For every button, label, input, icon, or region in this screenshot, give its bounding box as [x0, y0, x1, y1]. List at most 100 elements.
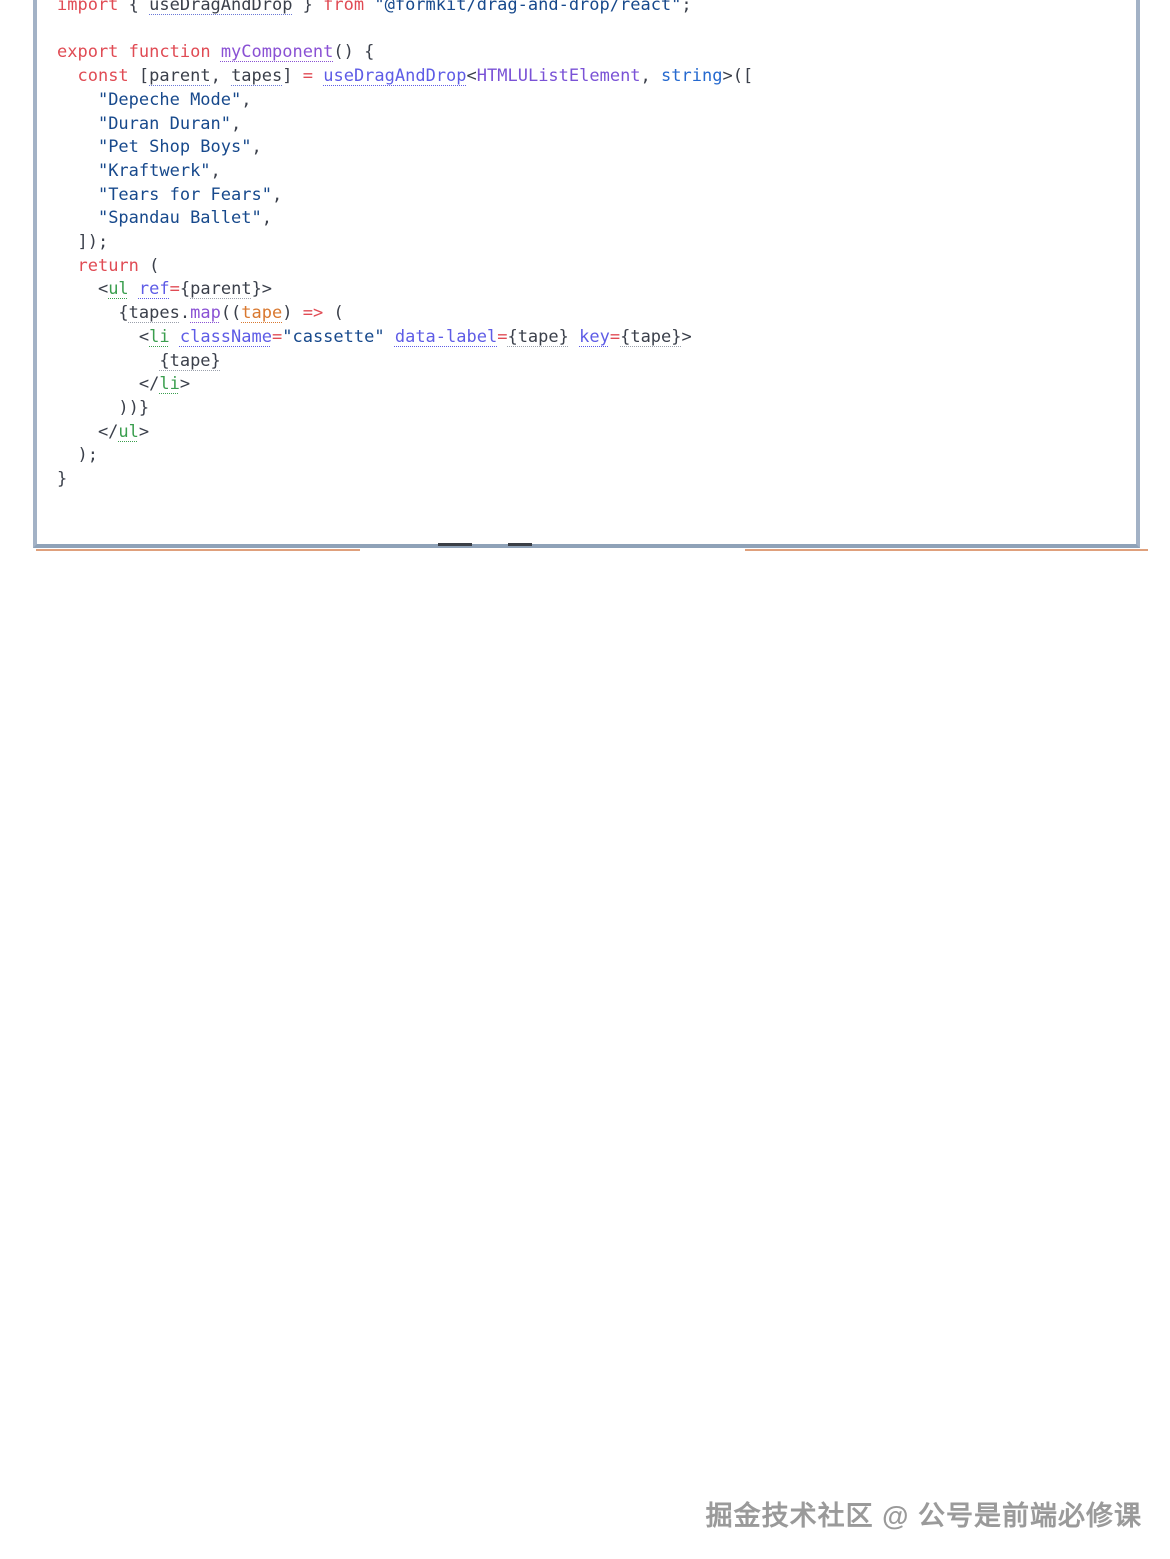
code-token: (	[139, 256, 159, 276]
code-token: =	[303, 66, 313, 86]
code-line: </ul>	[57, 421, 1136, 445]
code-line: <ul ref={parent}>	[57, 278, 1136, 302]
code-token	[364, 0, 374, 15]
code-token: ,	[272, 185, 282, 205]
code-token: <	[57, 327, 149, 347]
code-token: HTMLUListElement	[477, 66, 641, 86]
code-token: export	[57, 42, 118, 62]
code-token: "Duran Duran"	[98, 114, 231, 134]
code-line: <li className="cassette" data-label={tap…	[57, 326, 1136, 350]
code-token: () {	[333, 42, 374, 62]
code-token: ,	[211, 66, 231, 86]
code-token: className	[180, 327, 272, 347]
code-token: ,	[211, 161, 221, 181]
code-token: {tape}	[159, 351, 220, 371]
code-token	[57, 137, 98, 157]
code-token: tape	[241, 303, 282, 323]
code-token: =>	[303, 303, 323, 323]
code-token: const	[77, 66, 128, 86]
code-token: return	[77, 256, 138, 276]
code-token: <	[467, 66, 477, 86]
code-token: ((	[221, 303, 241, 323]
code-token: >	[180, 374, 190, 394]
cutoff-text-fragment	[438, 543, 472, 546]
code-token: ]);	[57, 232, 108, 252]
code-token: "Depeche Mode"	[98, 90, 241, 110]
code-token	[313, 66, 323, 86]
code-token: "Tears for Fears"	[98, 185, 272, 205]
code-token: =	[272, 327, 282, 347]
code-line: "Pet Shop Boys",	[57, 136, 1136, 160]
code-token: =	[170, 279, 180, 299]
page: { "page": { "background": "#ffffff" }, "…	[0, 0, 1170, 1559]
divider-line	[745, 549, 1148, 551]
code-token	[118, 42, 128, 62]
code-token	[57, 114, 98, 134]
code-token: </	[57, 422, 118, 442]
code-token: ,	[641, 66, 661, 86]
code-token: string	[661, 66, 722, 86]
code-token: {	[180, 279, 190, 299]
code-token	[57, 185, 98, 205]
code-line: const [parent, tapes] = useDragAndDrop<H…	[57, 65, 1136, 89]
code-line: "Spandau Ballet",	[57, 207, 1136, 231]
code-token	[129, 279, 139, 299]
code-line	[57, 18, 1136, 42]
code-token: li	[149, 327, 169, 347]
code-token: tapes	[129, 303, 180, 323]
code-token: li	[159, 374, 179, 394]
code-token: >([	[722, 66, 753, 86]
code-line: ]);	[57, 231, 1136, 255]
code-token	[57, 161, 98, 181]
code-block: import { useDragAndDrop } from "@formkit…	[33, 0, 1140, 548]
code-token: parent	[190, 279, 251, 299]
code-token	[57, 256, 77, 276]
code-token	[170, 327, 180, 347]
code-content: import { useDragAndDrop } from "@formkit…	[37, 0, 1136, 492]
code-token: >	[139, 422, 149, 442]
divider-line	[36, 549, 360, 551]
code-token: ,	[241, 90, 251, 110]
code-token: >	[682, 327, 692, 347]
code-token	[57, 351, 159, 371]
code-token: )	[282, 303, 302, 323]
code-token: map	[190, 303, 221, 323]
code-token	[57, 66, 77, 86]
code-token: =	[610, 327, 620, 347]
code-token: data-label	[395, 327, 497, 347]
code-line: "Tears for Fears",	[57, 184, 1136, 208]
code-line: "Kraftwerk",	[57, 160, 1136, 184]
code-token: [	[129, 66, 149, 86]
code-token: "Spandau Ballet"	[98, 208, 262, 228]
code-token: {tape}	[507, 327, 568, 347]
code-token	[57, 208, 98, 228]
code-token: ul	[118, 422, 138, 442]
code-line: }	[57, 468, 1136, 492]
code-token: {tape}	[620, 327, 681, 347]
code-line: import { useDragAndDrop } from "@formkit…	[57, 0, 1136, 18]
code-token: ,	[251, 137, 261, 157]
code-token: .	[180, 303, 190, 323]
code-token: </	[57, 374, 159, 394]
code-token: myComponent	[221, 42, 334, 62]
code-token: from	[323, 0, 364, 15]
code-token	[57, 90, 98, 110]
code-line: "Duran Duran",	[57, 113, 1136, 137]
code-token: {	[118, 0, 149, 15]
code-token: }	[292, 0, 323, 15]
code-token: "cassette"	[282, 327, 384, 347]
code-token: (	[323, 303, 343, 323]
code-token: function	[129, 42, 211, 62]
code-token: parent	[149, 66, 210, 86]
code-token: ;	[681, 0, 691, 15]
code-token	[569, 327, 579, 347]
code-line: return (	[57, 255, 1136, 279]
code-token: import	[57, 0, 118, 15]
code-token: {	[57, 303, 129, 323]
code-token: }	[57, 469, 67, 489]
code-token: =	[497, 327, 507, 347]
code-line: {tapes.map((tape) => (	[57, 302, 1136, 326]
code-line: {tape}	[57, 350, 1136, 374]
code-token: ]	[282, 66, 302, 86]
code-token: ,	[231, 114, 241, 134]
